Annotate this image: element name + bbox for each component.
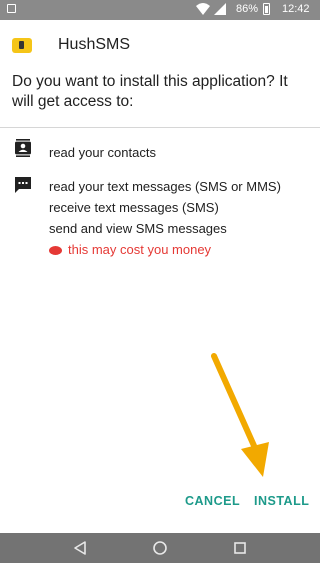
- dialog-actions: CANCEL INSTALL: [0, 485, 320, 517]
- app-icon: [12, 38, 32, 53]
- permission-group-contacts: read your contacts: [0, 138, 320, 164]
- navigation-bar: [0, 533, 320, 563]
- battery-percent: 86%: [236, 3, 259, 15]
- permission-group-messages: read your text messages (SMS or MMS) rec…: [0, 174, 320, 264]
- permission-list-contacts: read your contacts: [49, 142, 156, 163]
- install-question: Do you want to install this application?…: [12, 73, 288, 110]
- money-icon: [49, 246, 62, 255]
- notification-icon: [7, 4, 16, 13]
- cost-warning: this may cost you money: [49, 239, 281, 260]
- install-button[interactable]: INSTALL: [254, 494, 309, 508]
- permission-list-messages: read your text messages (SMS or MMS) rec…: [49, 176, 281, 260]
- app-name: HushSMS: [58, 36, 131, 53]
- battery-icon: [263, 3, 270, 15]
- clock: 12:42: [282, 3, 310, 15]
- home-icon[interactable]: [152, 540, 168, 556]
- message-icon: [15, 177, 31, 193]
- annotation-arrow: [211, 353, 269, 477]
- permission-send-messages: send and view SMS messages: [49, 221, 227, 236]
- recents-icon[interactable]: [233, 540, 247, 556]
- permission-read-messages: read your text messages (SMS or MMS): [49, 179, 281, 194]
- status-bar: 86% 12:42: [0, 0, 320, 20]
- cost-warning-text: this may cost you money: [68, 242, 212, 257]
- cancel-button[interactable]: CANCEL: [185, 494, 240, 508]
- install-header: HushSMS Do you want to install this appl…: [0, 20, 320, 120]
- permission-receive-messages: receive text messages (SMS): [49, 200, 219, 215]
- permission-read-contacts: read your contacts: [49, 145, 156, 160]
- back-icon[interactable]: [73, 540, 87, 556]
- contacts-icon: [15, 139, 31, 157]
- wifi-icon: [196, 3, 210, 15]
- divider: [0, 127, 320, 128]
- signal-icon: [214, 3, 226, 15]
